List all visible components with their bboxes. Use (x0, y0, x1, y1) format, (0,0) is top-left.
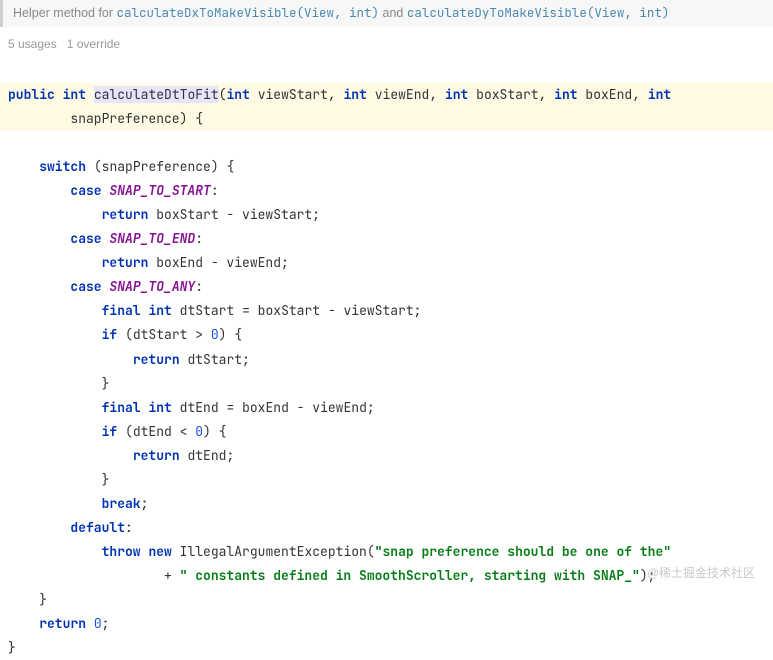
semi: ; (102, 615, 110, 632)
colon: : (211, 182, 219, 199)
kw-case: case (70, 182, 101, 199)
param-boxend: boxEnd (585, 86, 632, 103)
kw-int: int (226, 86, 249, 103)
param-viewstart: viewStart (258, 86, 328, 103)
ret-dtend: dtEnd; (187, 447, 234, 464)
kw-final: final (102, 399, 141, 416)
method-name: calculateDtToFit (94, 86, 219, 103)
kw-return: return (102, 206, 149, 223)
rbrace: } (102, 471, 110, 488)
rbrace: } (8, 639, 16, 656)
kw-public: public (8, 86, 55, 103)
kw-case: case (70, 230, 101, 247)
lbrace: { (195, 110, 203, 127)
kw-int: int (554, 86, 577, 103)
kw-break: break (102, 495, 141, 512)
param-snappref: snapPreference (70, 110, 179, 127)
overrides-count[interactable]: 1 override (67, 37, 120, 51)
plus: + (164, 567, 180, 584)
lparen: ( (94, 158, 102, 175)
var-dtend: dtEnd (180, 399, 219, 416)
kw-return: return (102, 254, 149, 271)
kw-int: int (148, 302, 171, 319)
param-boxstart: boxStart (476, 86, 538, 103)
lbrace: { (226, 158, 234, 175)
rparen: ) (211, 158, 219, 175)
rparen: ) (180, 110, 188, 127)
num-zero: 0 (195, 423, 203, 440)
semi: ; (141, 495, 149, 512)
kw-final: final (102, 302, 141, 319)
assign2: = boxEnd - viewEnd; (219, 399, 375, 416)
kw-new: new (148, 543, 171, 560)
switch-var: snapPreference (102, 158, 211, 175)
kw-case: case (70, 278, 101, 295)
cond-close: ) { (203, 423, 226, 440)
rbrace: } (102, 375, 110, 392)
kw-return: return (133, 447, 180, 464)
return-expr2: boxEnd - viewEnd; (156, 254, 289, 271)
colon: : (125, 519, 133, 536)
kw-switch: switch (39, 158, 86, 175)
kw-return: return (39, 615, 86, 632)
kw-int: int (344, 86, 367, 103)
string2: " constants defined in SmoothScroller, s… (180, 567, 640, 584)
num-zero: 0 (211, 326, 219, 343)
const-snap-end: SNAP_TO_END (109, 230, 195, 247)
comma: , (429, 86, 445, 103)
documentation-header: Helper method for calculateDxToMakeVisib… (0, 0, 773, 27)
cond2: (dtEnd < (125, 423, 195, 440)
lparen: ( (367, 543, 375, 560)
watermark: @稀土掘金技术社区 (647, 562, 755, 584)
var-dtstart: dtStart (180, 302, 235, 319)
kw-int: int (445, 86, 468, 103)
comma: , (328, 86, 344, 103)
doc-link-dy[interactable]: calculateDyToMakeVisible(View, int) (407, 4, 670, 21)
doc-link-dx[interactable]: calculateDxToMakeVisible(View, int) (117, 4, 380, 21)
const-snap-start: SNAP_TO_START (109, 182, 210, 199)
doc-middle: and (379, 6, 407, 20)
kw-int: int (148, 399, 171, 416)
kw-int: int (63, 86, 86, 103)
colon: : (195, 230, 203, 247)
comma: , (539, 86, 555, 103)
return-expr1: boxStart - viewStart; (156, 206, 320, 223)
colon: : (195, 278, 203, 295)
const-snap-any: SNAP_TO_ANY (109, 278, 195, 295)
assign1: = boxStart - viewStart; (234, 302, 421, 319)
doc-prefix: Helper method for (13, 6, 117, 20)
kw-if: if (102, 326, 118, 343)
kw-if: if (102, 423, 118, 440)
rbrace: } (39, 591, 47, 608)
exception-class: IllegalArgumentException (180, 543, 367, 560)
kw-return: return (133, 351, 180, 368)
method-signature-line: public int calculateDtToFit(int viewStar… (0, 83, 773, 131)
kw-default: default (70, 519, 125, 536)
param-viewend: viewEnd (375, 86, 430, 103)
usages-count[interactable]: 5 usages (8, 37, 57, 51)
string1: "snap preference should be one of the" (375, 543, 671, 560)
kw-throw: throw (102, 543, 141, 560)
comma: , (632, 86, 648, 103)
kw-int: int (648, 86, 671, 103)
ret-dtstart: dtStart; (187, 351, 249, 368)
cond1: (dtStart > (125, 326, 211, 343)
cond-close: ) { (219, 326, 242, 343)
num-zero: 0 (94, 615, 102, 632)
usage-line: 5 usages 1 override (0, 27, 773, 59)
